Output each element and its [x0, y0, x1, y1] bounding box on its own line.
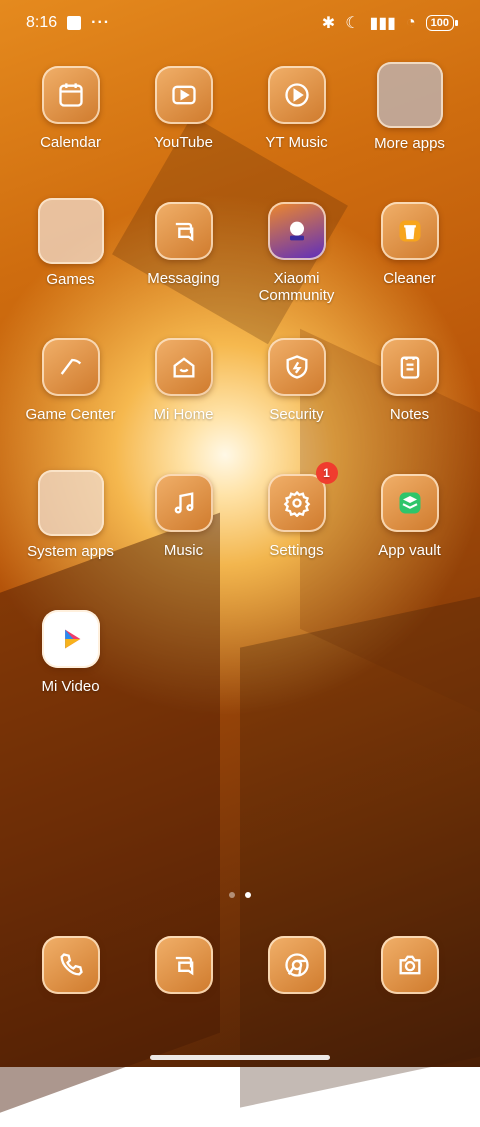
folder-icon [376, 62, 443, 128]
moon-icon: ☾ [345, 15, 360, 32]
app-label: Games [46, 271, 95, 288]
chrome-icon [267, 936, 326, 994]
gear-icon: 1 [267, 462, 338, 532]
app-app-vault[interactable]: App vault [353, 474, 466, 559]
shield-icon [267, 338, 326, 396]
yt-music-icon [267, 66, 326, 124]
app-notes[interactable]: Notes [353, 338, 466, 423]
notification-icon [67, 16, 82, 30]
folder-icon [37, 198, 104, 264]
app-messaging[interactable]: Messaging [127, 202, 240, 287]
page-indicator [0, 892, 480, 898]
signal-icon: ▮▮▮ [369, 15, 396, 32]
dock-chrome[interactable] [240, 936, 353, 994]
battery-icon: 100 [425, 15, 459, 31]
app-music[interactable]: Music [127, 474, 240, 559]
dock-camera[interactable] [353, 936, 466, 994]
phone-icon [41, 936, 100, 994]
folder-more-apps[interactable]: More apps [353, 62, 466, 152]
app-label: Xiaomi Community [258, 270, 335, 304]
app-calendar[interactable]: Calendar [14, 66, 127, 151]
folder-games[interactable]: Games [14, 198, 127, 288]
music-icon [154, 474, 213, 532]
app-mi-home[interactable]: Mi Home [127, 338, 240, 423]
wallpaper-shape [0, 512, 220, 1127]
app-mi-video[interactable]: Mi Video [14, 610, 127, 695]
app-label: More apps [374, 135, 445, 152]
mi-video-icon [41, 610, 100, 668]
app-label: YouTube [154, 134, 213, 151]
cleaner-icon [380, 202, 439, 260]
app-xiaomi-community[interactable]: Xiaomi Community [240, 202, 353, 304]
app-yt-music[interactable]: YT Music [240, 66, 353, 151]
wifi-icon: ◔ [405, 14, 416, 31]
more-notifications-icon: ··· [91, 14, 111, 31]
status-time: 8:16 [26, 14, 58, 31]
app-settings[interactable]: 1 Settings [240, 462, 353, 559]
bluetooth-icon: ✱ [321, 15, 336, 32]
app-cleaner[interactable]: Cleaner [353, 202, 466, 287]
dock-messaging[interactable] [127, 936, 240, 994]
home-indicator[interactable] [150, 1055, 330, 1060]
folder-system-apps[interactable]: System apps [14, 470, 127, 560]
app-label: Cleaner [383, 270, 436, 287]
page-dot[interactable] [229, 892, 235, 898]
xiaomi-community-icon [267, 202, 326, 260]
youtube-icon [154, 66, 213, 124]
app-game-center[interactable]: Game Center [14, 338, 127, 423]
status-bar: 8:16 ··· ✱ ☾ ▮▮▮ ◔ 100 [0, 0, 480, 46]
mi-home-icon [154, 338, 213, 396]
app-label: Game Center [25, 406, 116, 423]
notification-badge: 1 [315, 462, 338, 484]
app-vault-icon [380, 474, 439, 532]
page-dot-active[interactable] [245, 892, 251, 898]
app-security[interactable]: Security [240, 338, 353, 423]
app-label: Settings [269, 542, 324, 559]
app-label: Mi Home [153, 406, 214, 423]
app-label: YT Music [265, 134, 328, 151]
app-label: System apps [27, 543, 114, 560]
messaging-icon [154, 936, 213, 994]
folder-icon [37, 470, 104, 536]
dock-phone[interactable] [14, 936, 127, 994]
app-label: Security [269, 406, 324, 423]
camera-icon [380, 936, 439, 994]
wallpaper-shape [240, 592, 480, 1108]
notes-icon [380, 338, 439, 396]
app-label: App vault [378, 542, 441, 559]
app-label: Calendar [40, 134, 101, 151]
game-center-icon [41, 338, 100, 396]
app-label: Notes [389, 406, 430, 423]
messaging-icon [154, 202, 213, 260]
app-label: Music [163, 542, 204, 559]
app-label: Messaging [147, 270, 220, 287]
calendar-icon [41, 66, 100, 124]
app-youtube[interactable]: YouTube [127, 66, 240, 151]
app-label: Mi Video [41, 678, 100, 695]
